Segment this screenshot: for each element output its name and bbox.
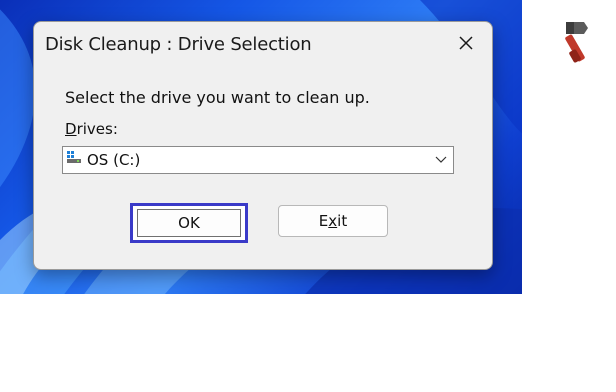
exit-button[interactable]: Ex it [278, 205, 388, 237]
close-button[interactable] [448, 28, 484, 58]
window-title: Disk Cleanup : Drive Selection [45, 34, 312, 55]
hammer-logo [544, 14, 598, 68]
disk-cleanup-dialog: Disk Cleanup : Drive Selection Select th… [33, 21, 493, 270]
drives-label: Drives: [65, 120, 118, 138]
selected-drive: OS (C:) [87, 151, 141, 169]
ok-button[interactable]: OK [137, 209, 241, 237]
drives-label-rest: rives: [76, 120, 118, 138]
exit-label-accesskey: x [328, 212, 338, 230]
drive-select-dropdown[interactable]: OS (C:) [62, 146, 454, 174]
drive-icon [67, 151, 81, 163]
exit-label-pre: E [318, 212, 329, 230]
instruction-text: Select the drive you want to clean up. [65, 88, 370, 107]
close-icon [459, 36, 473, 50]
drives-label-accesskey: D [65, 120, 77, 138]
exit-label-post: it [337, 212, 348, 230]
chevron-down-icon [435, 156, 447, 163]
title-bar[interactable]: Disk Cleanup : Drive Selection [34, 22, 492, 66]
